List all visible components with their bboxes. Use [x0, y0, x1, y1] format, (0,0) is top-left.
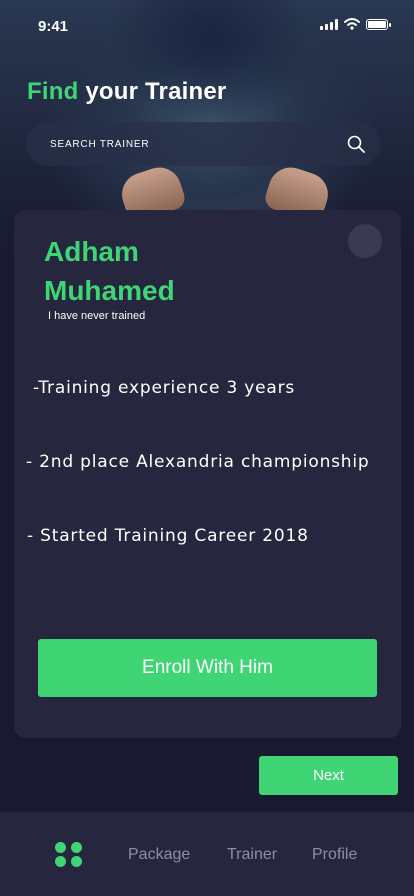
page-title-accent: Find — [27, 78, 79, 105]
cellular-signal-icon — [320, 18, 338, 30]
trainer-subtitle: I have never trained — [48, 310, 146, 322]
status-bar: 9:41 — [0, 0, 414, 50]
status-time: 9:41 — [38, 18, 69, 35]
enroll-button[interactable]: Enroll With Him — [38, 639, 377, 697]
tab-home-grid-icon[interactable] — [55, 842, 82, 867]
search-icon[interactable] — [346, 134, 366, 154]
next-button[interactable]: Next — [259, 756, 398, 795]
search-input[interactable] — [50, 122, 340, 166]
bottom-tab-bar: Package Trainer Profile — [0, 812, 414, 896]
page-title-rest: your Trainer — [85, 78, 227, 105]
status-icons — [320, 18, 391, 30]
wifi-icon — [344, 18, 360, 30]
trainer-name: Adham Muhamed — [44, 236, 175, 306]
trainer-fact-experience: -Training experience 3 years — [33, 378, 296, 398]
avatar[interactable] — [348, 224, 382, 258]
search-bar[interactable] — [26, 122, 380, 166]
page-title: Find your Trainer — [27, 78, 226, 106]
tab-package[interactable]: Package — [128, 846, 190, 864]
trainer-card: Adham Muhamed I have never trained -Trai… — [14, 210, 401, 738]
trainer-fact-career-start: - Started Training Career 2018 — [27, 526, 309, 546]
tab-trainer[interactable]: Trainer — [227, 846, 277, 864]
battery-icon — [366, 18, 391, 30]
tab-profile[interactable]: Profile — [312, 846, 357, 864]
trainer-fact-championship: - 2nd place Alexandria championship — [26, 452, 370, 472]
